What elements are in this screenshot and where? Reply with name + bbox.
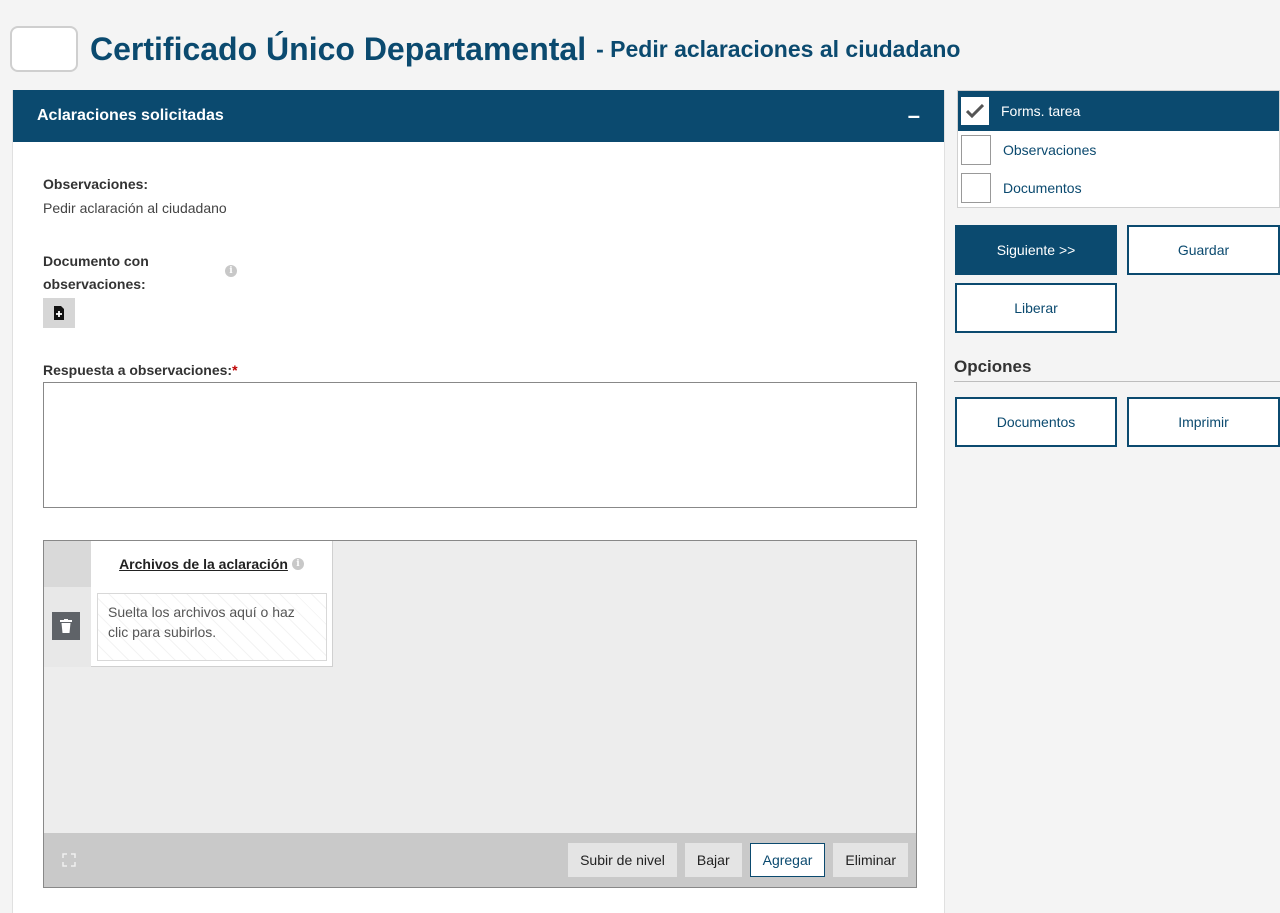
agregar-button[interactable]: Agregar bbox=[749, 843, 826, 877]
siguiente-button[interactable]: Siguiente >> bbox=[955, 225, 1117, 275]
grid-corner bbox=[44, 541, 91, 587]
grid-row-actions bbox=[44, 587, 91, 667]
grid-cell: Suelta los archivos aquí o haz clic para… bbox=[91, 587, 333, 667]
delete-row-button[interactable] bbox=[52, 612, 80, 640]
documento-label-line2: observaciones: bbox=[43, 276, 146, 292]
tab-checkbox[interactable] bbox=[961, 97, 989, 125]
options-divider bbox=[954, 381, 1280, 382]
guardar-button[interactable]: Guardar bbox=[1127, 225, 1280, 275]
info-icon[interactable]: i bbox=[225, 265, 237, 277]
tab-checkbox[interactable] bbox=[961, 135, 991, 165]
aclaraciones-panel: Aclaraciones solicitadas – Observaciones… bbox=[12, 90, 945, 913]
tab-observaciones[interactable]: Observaciones bbox=[958, 131, 1279, 169]
observaciones-value: Pedir aclaración al ciudadano bbox=[43, 200, 227, 216]
respuesta-label-text: Respuesta a observaciones: bbox=[43, 362, 233, 378]
files-grid: Archivos de la aclaración i Suelta los a… bbox=[43, 540, 917, 888]
tab-documentos[interactable]: Documentos bbox=[958, 169, 1279, 207]
bajar-button[interactable]: Bajar bbox=[684, 843, 742, 877]
options-title: Opciones bbox=[954, 357, 1032, 376]
file-drop-zone[interactable]: Suelta los archivos aquí o haz clic para… bbox=[97, 593, 327, 661]
tab-label: Forms. tarea bbox=[1001, 103, 1081, 119]
tab-forms-tarea[interactable]: Forms. tarea bbox=[958, 91, 1279, 131]
form-tabs: Forms. tarea Observaciones Documentos bbox=[957, 90, 1280, 208]
panel-header: Aclaraciones solicitadas – bbox=[13, 90, 944, 142]
imprimir-button[interactable]: Imprimir bbox=[1127, 397, 1280, 447]
required-mark: * bbox=[232, 362, 238, 378]
grid-column-header-label[interactable]: Archivos de la aclaración bbox=[119, 556, 288, 572]
liberar-button[interactable]: Liberar bbox=[955, 283, 1117, 333]
panel-title: Aclaraciones solicitadas bbox=[37, 107, 224, 124]
page-title: Certificado Único Departamental bbox=[90, 30, 587, 67]
respuesta-textarea[interactable] bbox=[43, 382, 917, 508]
trash-icon bbox=[60, 619, 72, 633]
respuesta-label: Respuesta a observaciones:* bbox=[43, 362, 238, 378]
tab-label: Documentos bbox=[1003, 180, 1082, 196]
eliminar-button[interactable]: Eliminar bbox=[833, 843, 908, 877]
add-document-icon bbox=[54, 306, 64, 320]
logo bbox=[10, 26, 78, 72]
tab-checkbox[interactable] bbox=[961, 173, 991, 203]
page-header: Certificado Único Departamental - Pedir … bbox=[10, 25, 1270, 73]
documentos-button[interactable]: Documentos bbox=[955, 397, 1117, 447]
page-subtitle: - Pedir aclaraciones al ciudadano bbox=[596, 35, 961, 62]
info-icon[interactable]: i bbox=[291, 558, 304, 570]
subir-nivel-button[interactable]: Subir de nivel bbox=[568, 843, 677, 877]
add-document-button[interactable] bbox=[43, 298, 75, 328]
documento-label-line1: Documento con bbox=[43, 253, 149, 269]
collapse-button[interactable]: – bbox=[908, 105, 920, 127]
tab-label: Observaciones bbox=[1003, 142, 1097, 158]
grid-column-header[interactable]: Archivos de la aclaración i bbox=[91, 541, 333, 587]
grid-toolbar: Subir de nivel Bajar Agregar Eliminar bbox=[44, 833, 916, 887]
check-icon bbox=[966, 104, 984, 118]
fullscreen-icon[interactable] bbox=[62, 853, 76, 867]
observaciones-label: Observaciones: bbox=[43, 176, 149, 192]
